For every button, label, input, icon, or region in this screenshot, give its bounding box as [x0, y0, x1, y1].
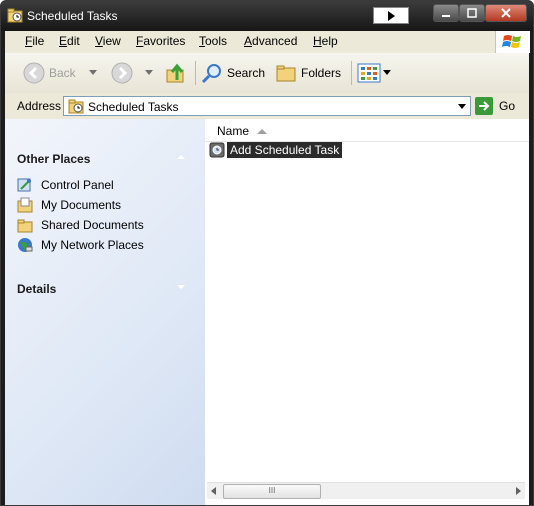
explorer-window: Scheduled Tasks File Edit View Favorites…	[0, 0, 534, 506]
chevron-down-icon	[383, 70, 391, 75]
sort-ascending-icon	[257, 129, 267, 134]
shared-documents-icon	[17, 219, 33, 233]
views-grid-icon	[357, 63, 381, 83]
place-control-panel[interactable]: Control Panel	[17, 176, 114, 194]
task-pane: Other Places Control Panel My Documents …	[5, 119, 205, 505]
place-my-network-places[interactable]: My Network Places	[17, 236, 144, 254]
play-icon	[388, 11, 395, 21]
address-label: Address	[17, 99, 62, 113]
add-task-icon	[209, 142, 225, 158]
menu-advanced[interactable]: Advanced	[244, 34, 297, 48]
play-button[interactable]	[373, 7, 409, 24]
back-button[interactable]: Back	[23, 61, 76, 85]
menu-tools[interactable]: Tools	[199, 34, 227, 48]
collapse-chevron-icon[interactable]	[177, 155, 185, 159]
back-arrow-icon	[23, 62, 45, 84]
folders-button[interactable]: Folders	[275, 61, 341, 85]
forward-arrow-icon	[111, 62, 133, 84]
search-label: Search	[227, 66, 266, 80]
go-button[interactable]: Go	[475, 96, 515, 116]
forward-dropdown[interactable]	[145, 61, 153, 85]
title-bar[interactable]: Scheduled Tasks	[1, 1, 533, 31]
back-label: Back	[49, 66, 76, 80]
close-icon	[501, 8, 511, 18]
scrollbar-grip: III	[268, 486, 276, 495]
maximize-icon	[467, 8, 477, 18]
scheduled-tasks-icon	[68, 99, 84, 114]
other-places-title[interactable]: Other Places	[17, 152, 90, 166]
scheduled-tasks-icon	[7, 8, 23, 23]
search-icon	[201, 64, 221, 84]
menu-favorites[interactable]: Favorites	[136, 34, 185, 48]
menu-view[interactable]: View	[95, 34, 121, 48]
menu-file[interactable]: File	[25, 34, 44, 48]
address-dropdown-icon[interactable]	[458, 104, 466, 109]
menu-bar: File Edit View Favorites Tools Advanced …	[5, 31, 530, 54]
address-input[interactable]: Scheduled Tasks	[63, 96, 471, 116]
toolbar-separator	[351, 61, 352, 85]
windows-flag-icon	[502, 35, 521, 48]
back-dropdown[interactable]	[89, 61, 97, 85]
scroll-left-icon[interactable]	[211, 487, 216, 495]
horizontal-scrollbar[interactable]: III	[207, 482, 525, 499]
scrollbar-thumb[interactable]: III	[223, 484, 321, 499]
minimize-icon	[442, 15, 450, 17]
details-title[interactable]: Details	[17, 282, 56, 296]
expand-chevron-icon[interactable]	[177, 285, 185, 289]
up-folder-icon	[166, 63, 184, 83]
standard-toolbar: Back Search Folders	[5, 53, 529, 94]
folders-icon	[276, 65, 296, 82]
menu-edit[interactable]: Edit	[59, 34, 80, 48]
go-arrow-icon	[475, 97, 493, 115]
address-value: Scheduled Tasks	[88, 100, 179, 114]
go-label: Go	[499, 99, 516, 113]
scroll-right-icon[interactable]	[516, 487, 521, 495]
place-my-documents[interactable]: My Documents	[17, 196, 121, 214]
place-shared-documents[interactable]: Shared Documents	[17, 216, 144, 234]
views-button[interactable]	[357, 61, 391, 85]
up-folder-button[interactable]	[165, 61, 187, 85]
control-panel-icon	[17, 178, 31, 192]
chevron-down-icon	[89, 70, 97, 75]
chevron-down-icon	[145, 70, 153, 75]
toolbar-separator	[195, 61, 196, 85]
list-item[interactable]: Add Scheduled Task	[209, 141, 343, 159]
list-item-label: Add Scheduled Task	[227, 142, 343, 158]
minimize-button[interactable]	[433, 4, 459, 22]
address-bar: Address Scheduled Tasks Go	[5, 93, 529, 120]
forward-button[interactable]	[111, 61, 133, 85]
network-places-icon	[18, 238, 33, 252]
windows-logo	[495, 31, 530, 53]
maximize-button[interactable]	[459, 4, 485, 22]
column-header-name[interactable]: Name	[217, 124, 249, 138]
folders-label: Folders	[301, 66, 342, 80]
window-title: Scheduled Tasks	[27, 9, 118, 23]
search-button[interactable]: Search	[201, 61, 265, 85]
menu-help[interactable]: Help	[313, 34, 338, 48]
list-header: Name	[205, 119, 529, 142]
close-button[interactable]	[485, 4, 527, 22]
my-documents-icon	[17, 197, 33, 213]
file-list: Name Add Scheduled Task III	[205, 119, 529, 505]
